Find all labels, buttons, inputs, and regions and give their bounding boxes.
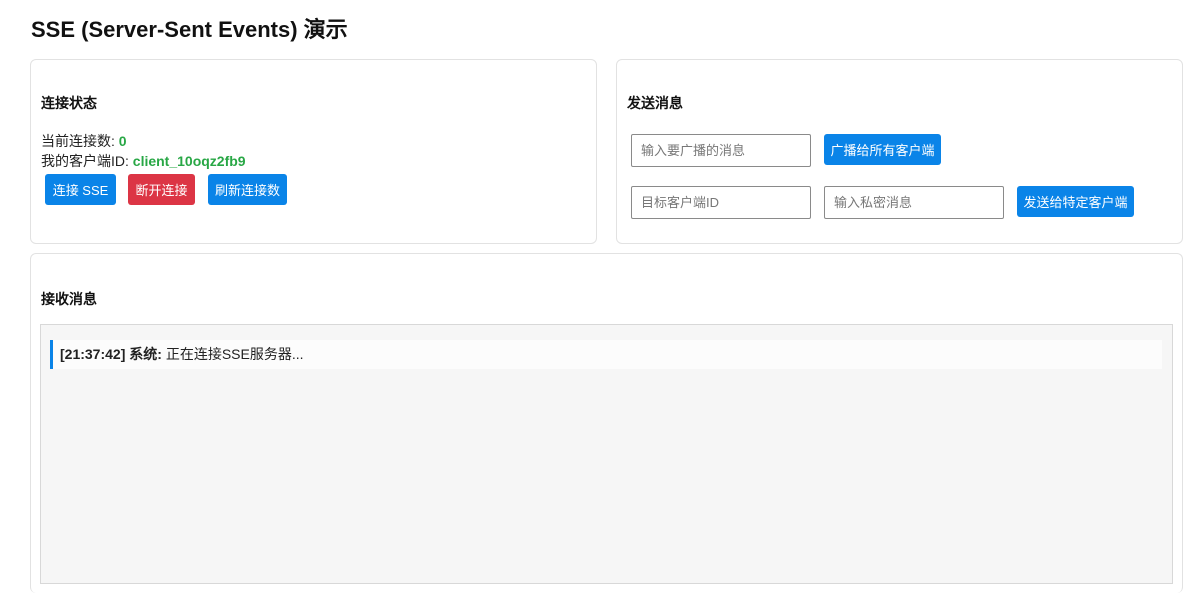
connection-status-heading: 连接状态 [41,95,97,111]
message-text: 正在连接SSE服务器... [165,346,304,362]
receive-message-heading: 接收消息 [41,291,97,307]
client-id-value: client_10oqz2fb9 [132,153,246,169]
connection-status-card: 连接状态 当前连接数: 0 我的客户端ID: client_10oqz2fb9 … [30,59,597,244]
connect-sse-button[interactable]: 连接 SSE [45,174,116,205]
message-time: [21:37:42] [60,346,126,362]
page-title: SSE (Server-Sent Events) 演示 [31,17,348,42]
connection-count-line: 当前连接数: 0 [41,131,127,151]
connection-count-label: 当前连接数: [41,133,119,149]
private-message-input[interactable] [824,186,1004,219]
message-sender: 系统: [129,346,162,362]
target-client-id-input[interactable] [631,186,811,219]
send-private-button[interactable]: 发送给特定客户端 [1017,186,1134,217]
client-id-line: 我的客户端ID: client_10oqz2fb9 [41,151,246,171]
broadcast-button[interactable]: 广播给所有客户端 [824,134,941,165]
connection-count-value: 0 [118,133,127,149]
disconnect-button[interactable]: 断开连接 [128,174,195,205]
message-log[interactable]: [21:37:42] 系统: 正在连接SSE服务器... [40,324,1173,584]
client-id-label: 我的客户端ID: [41,153,133,169]
refresh-count-button[interactable]: 刷新连接数 [208,174,287,205]
send-message-card: 发送消息 广播给所有客户端 发送给特定客户端 [616,59,1183,244]
message-item: [21:37:42] 系统: 正在连接SSE服务器... [50,340,1162,369]
send-message-heading: 发送消息 [627,95,683,111]
broadcast-message-input[interactable] [631,134,811,167]
